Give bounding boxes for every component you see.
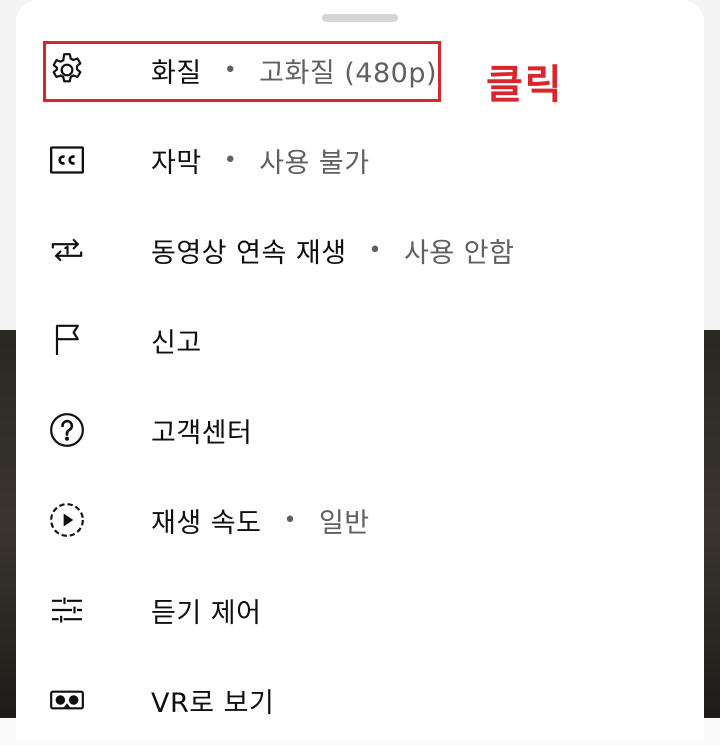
sheet-drag-handle[interactable] bbox=[322, 14, 398, 22]
cc-icon bbox=[47, 140, 87, 180]
menu-item-vr-view[interactable]: VR로 보기 bbox=[16, 655, 704, 745]
menu-item-label: 신고 bbox=[151, 327, 202, 359]
vr-headset-icon bbox=[47, 680, 87, 720]
menu-item-listening-controls[interactable]: 듣기 제어 bbox=[16, 565, 704, 655]
menu-item-label: 동영상 연속 재생 bbox=[151, 237, 347, 269]
menu-item-value: 일반 bbox=[318, 507, 370, 539]
menu-item-autoplay[interactable]: 동영상 연속 재생 • 사용 안함 bbox=[16, 205, 704, 295]
separator-dot: • bbox=[283, 507, 297, 533]
annotation-click-label: 클릭 bbox=[486, 62, 564, 108]
menu-item-playback-speed[interactable]: 재생 속도 • 일반 bbox=[16, 475, 704, 565]
sliders-icon bbox=[47, 590, 87, 630]
help-circle-icon bbox=[47, 410, 87, 450]
menu-item-captions[interactable]: 자막 • 사용 불가 bbox=[16, 115, 704, 205]
menu-item-label: VR로 보기 bbox=[151, 687, 275, 719]
menu-item-label: 자막 bbox=[151, 147, 202, 179]
menu-item-label: 고객센터 bbox=[151, 417, 253, 449]
repeat-one-icon bbox=[47, 230, 87, 270]
separator-dot: • bbox=[223, 147, 238, 173]
settings-bottom-sheet: 화질 • 고화질 (480p) 자막 • 사용 불가 동영상 연속 재생 • 사… bbox=[16, 0, 704, 740]
menu-item-value: 사용 안함 bbox=[404, 237, 515, 269]
menu-item-value: 사용 불가 bbox=[259, 147, 370, 179]
menu-item-label: 듣기 제어 bbox=[151, 597, 262, 629]
annotation-highlight-box bbox=[43, 41, 441, 102]
menu-item-report[interactable]: 신고 bbox=[16, 295, 704, 385]
flag-icon bbox=[47, 320, 87, 360]
menu-item-help[interactable]: 고객센터 bbox=[16, 385, 704, 475]
separator-dot: • bbox=[368, 237, 383, 263]
menu-item-label: 재생 속도 bbox=[151, 507, 262, 539]
playback-speed-icon bbox=[47, 500, 87, 540]
